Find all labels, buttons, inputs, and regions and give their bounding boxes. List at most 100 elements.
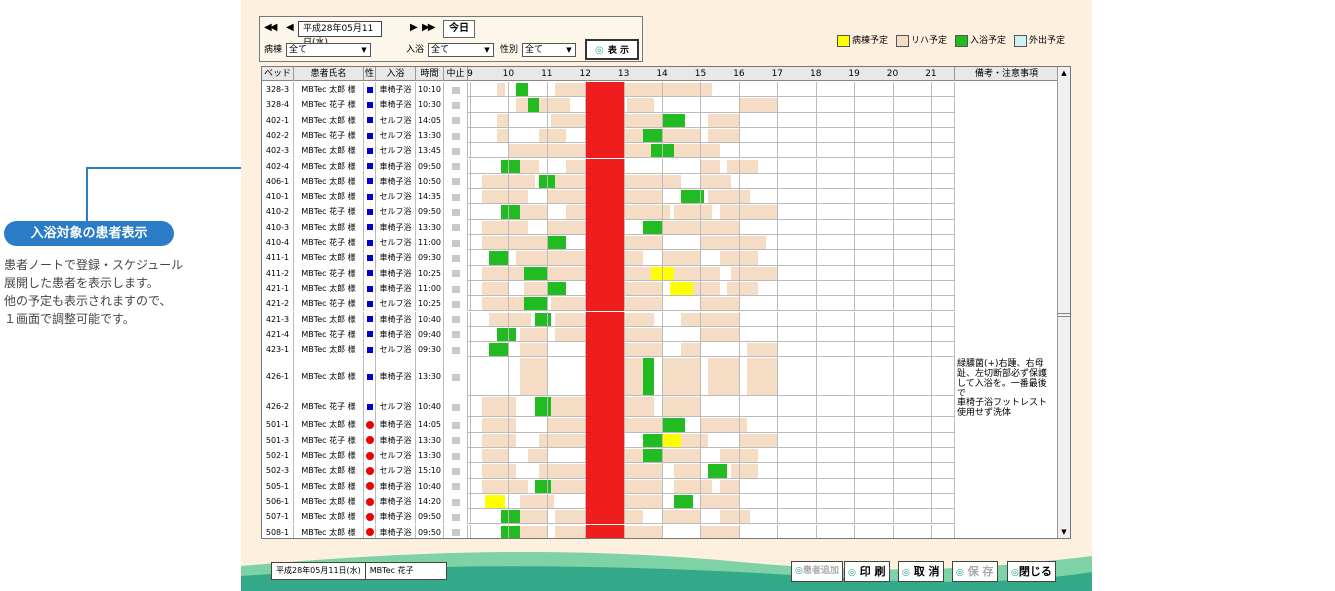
rehab-block[interactable] — [554, 327, 586, 342]
rehab-block[interactable] — [481, 397, 517, 417]
table-row[interactable]: 411-2 MBTec 花子 様車椅子浴 10:25 — [262, 265, 1058, 281]
cell-cancel[interactable] — [444, 112, 468, 128]
rehab-block[interactable] — [496, 128, 509, 143]
cancel-checkbox[interactable] — [452, 147, 460, 155]
table-row[interactable]: 328-3 MBTec 太郎 様車椅子浴 10:10 — [262, 82, 1058, 98]
rehab-block[interactable] — [700, 174, 732, 189]
bath-block[interactable] — [662, 113, 686, 127]
table-row[interactable]: 421-2 MBTec 花子 様セルフ浴 10:25 — [262, 296, 1058, 312]
cell-cancel[interactable] — [444, 219, 468, 235]
rehab-block[interactable] — [623, 281, 663, 296]
cancel-checkbox[interactable] — [452, 316, 460, 324]
cell-cancel[interactable] — [444, 311, 468, 327]
cell-cancel[interactable] — [444, 143, 468, 159]
rehab-block[interactable] — [489, 312, 532, 326]
rehab-block[interactable] — [623, 236, 663, 250]
cancel-checkbox[interactable] — [452, 117, 460, 125]
rehab-block[interactable] — [481, 297, 524, 311]
rehab-block[interactable] — [662, 128, 701, 143]
bath-block[interactable] — [673, 494, 693, 509]
table-row[interactable]: 426-1 MBTec 太郎 様車椅子浴 13:30 緑膿菌(+)右踵、右母趾、左切断… — [262, 357, 1058, 397]
table-row[interactable]: 502-1 MBTec 太郎 様セルフ浴 13:30 — [262, 448, 1058, 464]
rehab-block[interactable] — [623, 479, 663, 493]
rehab-block[interactable] — [550, 113, 586, 127]
table-row[interactable]: 402-4 MBTec 太郎 様車椅子浴 09:50 — [262, 158, 1058, 174]
cancel-checkbox[interactable] — [452, 270, 460, 278]
close-button[interactable]: ◎閉じる — [1007, 561, 1056, 582]
rehab-block[interactable] — [546, 266, 586, 280]
table-row[interactable]: 402-1 MBTec 太郎 様セルフ浴 14:05 — [262, 112, 1058, 128]
last-day-button[interactable]: ▶▶ — [422, 22, 435, 37]
bath-block[interactable] — [642, 128, 663, 143]
bath-block[interactable] — [496, 327, 517, 342]
cancel-checkbox[interactable] — [452, 437, 460, 445]
table-row[interactable]: 410-3 MBTec 太郎 様車椅子浴 13:30 — [262, 219, 1058, 235]
ward-block[interactable] — [669, 281, 693, 296]
rehab-block[interactable] — [481, 449, 509, 463]
rehab-block[interactable] — [700, 297, 739, 311]
cell-cancel[interactable] — [444, 417, 468, 433]
table-row[interactable]: 406-1 MBTec 太郎 様車椅子浴 10:50 — [262, 173, 1058, 190]
rehab-block[interactable] — [546, 479, 586, 493]
bath-block[interactable] — [500, 159, 520, 173]
bath-block[interactable] — [523, 297, 547, 311]
rehab-block[interactable] — [673, 144, 720, 158]
table-row[interactable]: 411-1 MBTec 太郎 様車椅子浴 09:30 — [262, 250, 1058, 266]
date-field[interactable]: 平成28年05月11日(水) — [298, 21, 382, 48]
rehab-block[interactable] — [700, 159, 720, 173]
cell-cancel[interactable] — [444, 342, 468, 358]
rehab-block[interactable] — [708, 190, 751, 204]
ward-select[interactable]: 全て ▼ — [286, 43, 371, 57]
rehab-block[interactable] — [623, 525, 663, 538]
scroll-down-icon[interactable]: ▼ — [1058, 526, 1070, 538]
rehab-block[interactable] — [481, 281, 509, 296]
rehab-block[interactable] — [623, 128, 643, 143]
rehab-block[interactable] — [623, 510, 643, 524]
rehab-block[interactable] — [662, 358, 701, 396]
rehab-block[interactable] — [738, 98, 778, 112]
cancel-checkbox[interactable] — [452, 101, 460, 109]
rehab-block[interactable] — [700, 327, 739, 342]
rehab-block[interactable] — [673, 464, 701, 478]
rehab-block[interactable] — [481, 266, 524, 280]
today-button[interactable]: 今日 — [443, 20, 475, 38]
table-row[interactable]: 410-1 MBTec 太郎 様セルフ浴 14:35 — [262, 189, 1058, 205]
rehab-block[interactable] — [727, 159, 759, 173]
cancel-checkbox[interactable] — [452, 483, 460, 491]
cancel-checkbox[interactable] — [452, 467, 460, 475]
rehab-block[interactable] — [481, 220, 528, 234]
bath-block[interactable] — [642, 433, 663, 447]
bath-block[interactable] — [535, 479, 551, 493]
cancel-button[interactable]: ◎ 取 消 — [898, 561, 944, 582]
rehab-block[interactable] — [708, 113, 739, 127]
cell-cancel[interactable] — [444, 448, 468, 464]
rehab-block[interactable] — [623, 297, 663, 311]
rehab-block[interactable] — [623, 494, 663, 509]
cell-cancel[interactable] — [444, 265, 468, 281]
first-day-button[interactable]: ◀◀ — [264, 22, 277, 37]
bath-block[interactable] — [500, 525, 520, 538]
cancel-checkbox[interactable] — [452, 529, 460, 537]
cancel-checkbox[interactable] — [452, 300, 460, 308]
rehab-block[interactable] — [496, 113, 509, 127]
table-row[interactable]: 410-4 MBTec 花子 様セルフ浴 11:00 — [262, 235, 1058, 251]
table-row[interactable]: 508-1 MBTec 太郎 様車椅子浴 09:50 — [262, 524, 1058, 538]
rehab-block[interactable] — [546, 397, 586, 417]
rehab-block[interactable] — [481, 479, 528, 493]
table-row[interactable]: 410-2 MBTec 花子 様セルフ浴 09:50 — [262, 204, 1058, 220]
bath-block[interactable] — [642, 220, 663, 234]
cancel-checkbox[interactable] — [452, 373, 460, 381]
bath-block[interactable] — [535, 397, 551, 417]
cell-cancel[interactable] — [444, 204, 468, 220]
cancel-checkbox[interactable] — [452, 86, 460, 94]
table-row[interactable]: 328-4 MBTec 花子 様車椅子浴 10:30 — [262, 97, 1058, 113]
cancel-checkbox[interactable] — [452, 193, 460, 201]
rehab-block[interactable] — [673, 479, 712, 493]
bath-block[interactable] — [489, 343, 509, 357]
cell-cancel[interactable] — [444, 478, 468, 494]
scroll-up-icon[interactable]: ▲ — [1058, 67, 1070, 79]
table-row[interactable]: 501-3 MBTec 花子 様車椅子浴 13:30 — [262, 432, 1058, 448]
rehab-block[interactable] — [719, 510, 751, 524]
rehab-block[interactable] — [519, 525, 547, 538]
bath-block[interactable] — [516, 83, 528, 97]
